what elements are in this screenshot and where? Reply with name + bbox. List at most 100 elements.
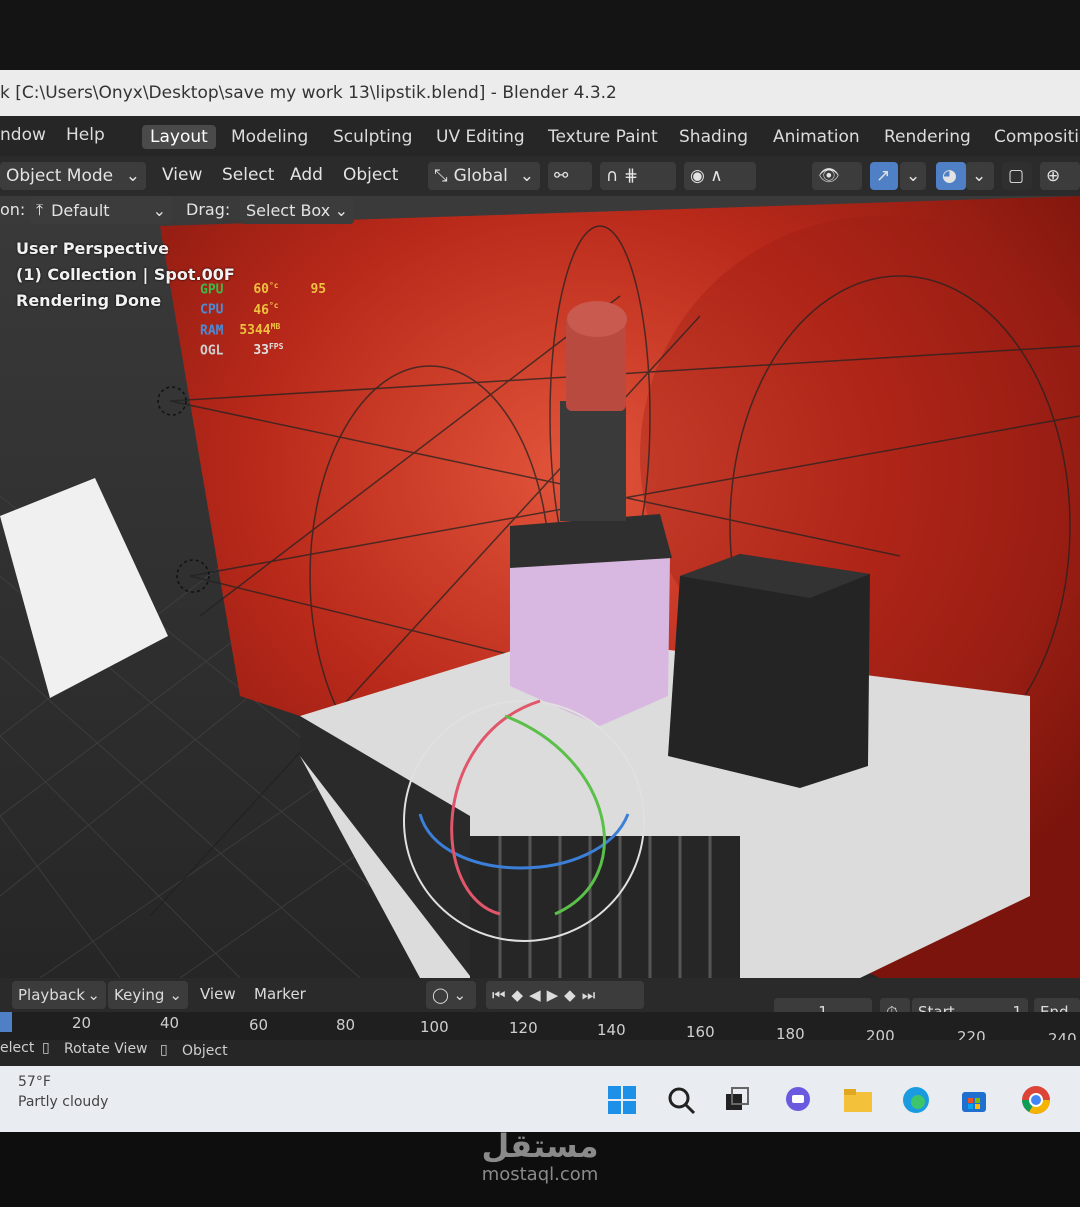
stat-ram: RAM 5344MB [200,319,326,339]
weather-temp: 57°F [18,1074,51,1090]
tab-uv-editing[interactable]: UV Editing [428,125,533,149]
object-mode-label: Object Mode [6,166,114,186]
timeline-menu-marker[interactable]: Marker [254,985,306,1003]
tab-modeling[interactable]: Modeling [223,125,316,149]
orientation-dropdown[interactable]: ⤡ Global ⌄ [428,162,540,190]
watermark: مستقل mostaql.com [440,1128,640,1186]
gizmo-dropdown[interactable]: ⌄ [900,162,926,190]
stat-ogl: OGL 33FPS [200,339,326,359]
shading-wireframe[interactable]: ⊕ [1040,162,1080,190]
tab-rendering[interactable]: Rendering [876,125,979,149]
stat-unit: °c [268,301,279,311]
play-reverse-icon[interactable]: ◀ [529,986,547,1004]
jump-start-icon[interactable]: ⏮ [492,986,512,1004]
ruler-tick: 100 [420,1018,449,1036]
orientation-label: on: [0,200,26,219]
window-title-bar: k [C:\Users\Onyx\Desktop\save my work 13… [0,70,1080,116]
chevron-down-icon: ⌄ [169,986,182,1004]
object-mode-dropdown[interactable]: Object Mode ⌄ [0,162,146,190]
menu-help[interactable]: Help [66,125,105,145]
chevron-down-icon: ⌄ [125,166,140,186]
start-icon[interactable] [606,1084,638,1116]
perspective-text: User Perspective [16,239,170,258]
overlay-dropdown[interactable]: ⌄ [966,162,994,190]
menu-object[interactable]: Object [343,165,398,185]
stat-unit: FPS [268,341,284,351]
search-icon[interactable] [665,1084,697,1116]
watermark-latin: mostaql.com [481,1164,599,1185]
xray-icon: ▢ [1008,166,1025,186]
snap-dropdown[interactable]: ∩ ⋕ [600,162,676,190]
playback-label: Playback [18,986,85,1004]
play-icon[interactable]: ▶ [547,986,565,1004]
jump-end-icon[interactable]: ⏭ [582,986,602,1004]
transform-icon: ⤒ [36,200,44,219]
chat-icon[interactable] [782,1084,814,1116]
tab-layout[interactable]: Layout [142,125,216,149]
chevron-down-icon: ⌄ [972,166,987,186]
proportional-edit-toggle[interactable]: ◉ ∧ [684,162,756,190]
stat-cpu: CPU 46°c [200,298,326,318]
viewport-header: Object Mode ⌄ View Select Add Object ⤡ G… [0,156,1080,196]
drag-dropdown[interactable]: Select Box ⌄ [240,196,354,224]
prev-key-icon[interactable]: ◆ [512,986,530,1004]
gizmo-toggle[interactable]: ↗ [870,162,898,190]
drag-value: Select Box [246,200,331,220]
orientation-label: Global [453,166,508,186]
window-title: k [C:\Users\Onyx\Desktop\save my work 13… [0,83,617,103]
ruler-tick: 40 [160,1014,180,1032]
tab-shading[interactable]: Shading [671,125,756,149]
hardware-stats: GPU 60°c 95 CPU 46°c RAM 5344MB OGL 33FP… [200,278,326,359]
edge-icon[interactable] [900,1084,932,1116]
mouse-middle-icon: ▯ [42,1040,50,1056]
menu-view[interactable]: View [162,165,202,185]
task-view-icon[interactable] [722,1084,754,1116]
drag-label: Drag: [186,200,231,219]
stat-unit: MB [270,321,281,331]
watermark-arabic: مستقل [481,1127,599,1165]
next-key-icon[interactable]: ◆ [564,986,582,1004]
tab-compositing[interactable]: Compositin [986,125,1080,149]
ruler-tick: 120 [509,1019,538,1037]
stat-value: 33 [253,343,269,359]
overlay-toggle[interactable]: ◕ [936,162,966,190]
globe-icon: ⊕ [1046,166,1061,186]
ruler-tick: 80 [336,1016,356,1034]
tool-header: on: ⤒ Default ⌄ Drag: Select Box ⌄ [0,196,360,230]
menu-add[interactable]: Add [290,165,323,185]
magnet-icon: ∩ ⋕ [606,166,639,186]
stat-label: OGL [200,343,224,359]
playback-dropdown[interactable]: Playback ⌄ [12,981,106,1009]
chrome-icon[interactable] [1020,1084,1052,1116]
timeline-ruler[interactable]: 20 40 60 80 100 120 140 160 180 200 220 … [0,1012,1080,1048]
file-explorer-icon[interactable] [842,1084,874,1116]
stat-label: RAM [200,322,224,338]
eye-icon: 👁 [818,166,840,186]
weather-widget[interactable]: 57°F Partly cloudy [18,1072,108,1112]
xray-toggle[interactable]: ▢ [1002,162,1032,190]
playhead[interactable] [0,1012,12,1032]
status-select: elect [0,1040,35,1056]
menu-select[interactable]: Select [222,165,274,185]
store-icon[interactable] [958,1084,990,1116]
timeline-menu-view[interactable]: View [200,985,236,1003]
keying-dropdown[interactable]: Keying ⌄ [108,981,188,1009]
chevron-down-icon: ⌄ [334,200,348,220]
windows-taskbar: 57°F Partly cloudy [0,1066,1080,1132]
menu-window[interactable]: ndow [0,125,46,145]
tab-sculpting[interactable]: Sculpting [325,125,420,149]
lipstick-case [560,401,626,521]
playback-controls[interactable]: ⏮ ◆ ◀ ▶ ◆ ⏭ [486,981,644,1009]
tab-animation[interactable]: Animation [765,125,868,149]
ruler-tick: 60 [249,1016,269,1034]
chevron-down-icon: ⌄ [87,986,100,1004]
stat-value: 60 [253,282,269,298]
tab-texture-paint[interactable]: Texture Paint [540,125,666,149]
ruler-tick: 20 [72,1014,92,1032]
status-bar: elect ▯ Rotate View ▯ Object [0,1040,1080,1066]
transform-orientation-dropdown[interactable]: ⤒ Default ⌄ [30,196,172,224]
ruler-tick: 160 [686,1023,715,1041]
visibility-dropdown[interactable]: 👁 [812,162,862,190]
auto-key-dropdown[interactable]: ◯ ⌄ [426,981,476,1009]
pivot-dropdown[interactable]: ⚯ [548,162,592,190]
